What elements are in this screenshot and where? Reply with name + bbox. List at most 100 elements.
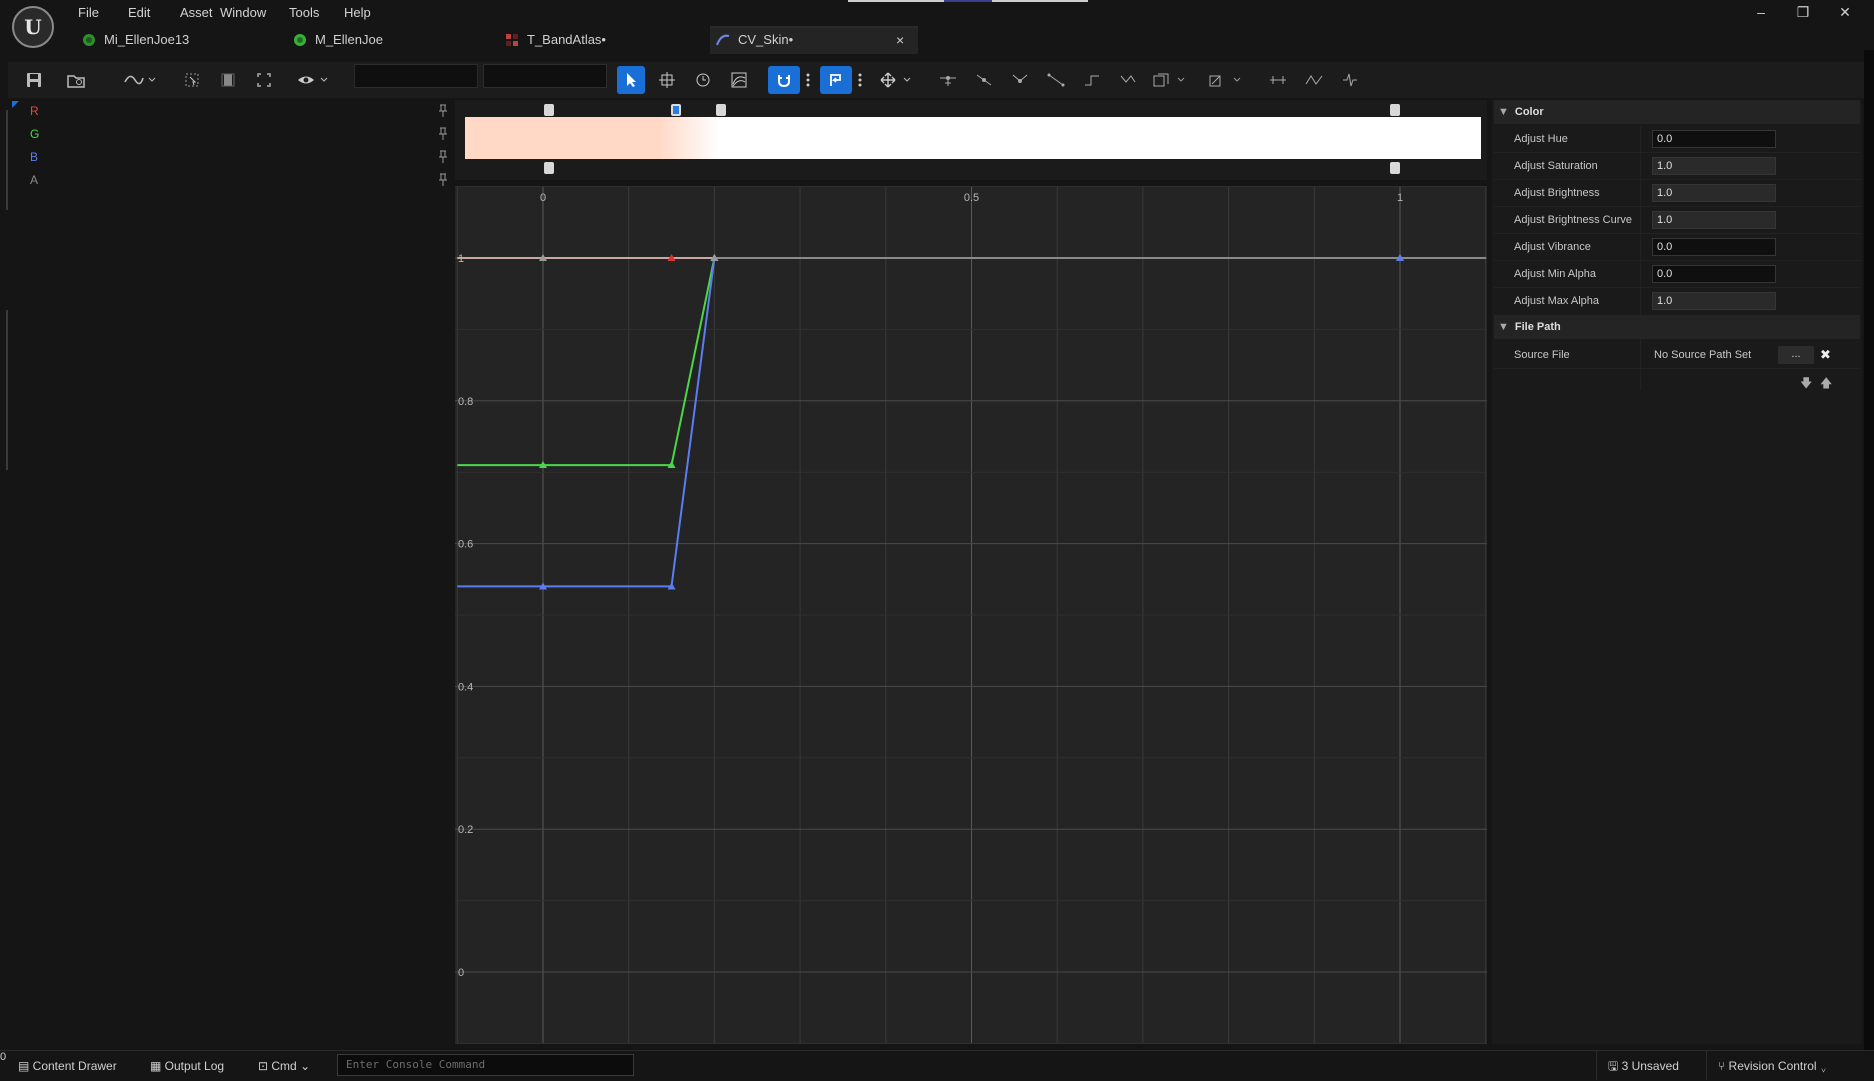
filter-icon[interactable] [1336, 66, 1364, 94]
reduce-icon[interactable] [1300, 66, 1328, 94]
prop-adjust-brightness-curve-input[interactable]: 1.0 [1652, 211, 1776, 229]
menu-window[interactable]: Window [214, 3, 272, 23]
close-window-button[interactable]: ✕ [1824, 0, 1866, 24]
prop-adjust-saturation-input[interactable]: 1.0 [1652, 157, 1776, 175]
prop-source-file-value: No Source Path Set [1654, 349, 1752, 361]
prop-adjust-max-alpha-input[interactable]: 1.0 [1652, 292, 1776, 310]
output-log-button[interactable]: ▦ Output Log [150, 1057, 224, 1075]
menu-asset[interactable]: Asset [174, 3, 219, 23]
snap-value-icon[interactable] [820, 66, 852, 94]
flatten-icon[interactable] [1150, 66, 1190, 94]
menu-file[interactable]: File [72, 3, 105, 23]
browse-icon[interactable] [62, 66, 90, 94]
select-icon[interactable] [178, 66, 206, 94]
tab-mi-ellenjoe13[interactable]: Mi_EllenJoe13 [82, 28, 189, 52]
tab-cv-skin[interactable]: CV_Skin• [716, 28, 793, 52]
gradient-stop-top[interactable] [1390, 104, 1400, 116]
more-icon[interactable] [852, 66, 868, 94]
pointer-icon[interactable] [617, 66, 645, 94]
tab-m-ellenjoe[interactable]: M_EllenJoe [293, 28, 383, 52]
pin-icon[interactable] [438, 104, 448, 118]
save-icon[interactable] [20, 66, 48, 94]
category-file-path[interactable]: ▼ File Path [1494, 315, 1860, 339]
export-arrow-up-icon[interactable]: 🡅 [1820, 374, 1834, 390]
gradient-stop-bottom[interactable] [544, 162, 554, 174]
material-instance-icon [82, 31, 96, 46]
pin-icon[interactable] [438, 150, 448, 164]
clear-source-button[interactable]: ✖ [1820, 346, 1836, 364]
value-field[interactable] [483, 64, 607, 88]
channel-b[interactable]: B [30, 147, 38, 167]
curve-graph[interactable]: 0 0.5 1 1 0.8 0.6 0.4 0.2 0 [455, 186, 1487, 1044]
tab-close-button[interactable]: × [896, 28, 904, 52]
channel-g[interactable]: G [30, 124, 39, 144]
tangent-break-icon[interactable] [1006, 66, 1034, 94]
prop-adjust-hue-input[interactable]: 0.0 [1652, 130, 1776, 148]
prop-adjust-vibrance-input[interactable]: 0.0 [1652, 238, 1776, 256]
multi-curve-icon[interactable] [725, 66, 753, 94]
prop-adjust-min-alpha-input[interactable]: 0.0 [1652, 265, 1776, 283]
curve-mode-icon[interactable] [120, 66, 160, 94]
menu-edit[interactable]: Edit [122, 3, 156, 23]
pin-icon[interactable] [438, 127, 448, 141]
tangent-constant-icon[interactable] [1078, 66, 1106, 94]
maximize-button[interactable]: ❐ [1782, 0, 1824, 24]
import-arrow-down-icon[interactable]: 🡇 [1800, 374, 1814, 390]
visibility-icon[interactable] [294, 66, 334, 94]
tab-t-bandatlas[interactable]: T_BandAtlas• [505, 28, 606, 52]
y-tick-label: 0.4 [458, 681, 473, 693]
content-drawer-icon: ▤ [18, 1059, 33, 1073]
minimize-button[interactable]: – [1740, 0, 1782, 24]
tab-label: Mi_EllenJoe13 [104, 32, 190, 47]
prop-adjust-brightness-curve-label: Adjust Brightness Curve [1514, 214, 1632, 226]
browse-source-button[interactable]: ... [1778, 346, 1814, 364]
tangent-auto-icon[interactable] [934, 66, 962, 94]
cmd-label: Cmd [271, 1059, 297, 1073]
prop-source-file-label: Source File [1514, 349, 1570, 361]
frame-icon[interactable] [214, 66, 242, 94]
channel-list-edge [6, 310, 8, 470]
gradient-stop-top[interactable] [544, 104, 554, 116]
category-file-path-label: File Path [1514, 321, 1561, 333]
y-tick-label: 0 [458, 967, 464, 979]
retime-icon[interactable] [689, 66, 717, 94]
curve-icon [716, 31, 730, 46]
status-divider [1706, 1050, 1707, 1080]
menu-tools[interactable]: Tools [283, 3, 325, 23]
gradient-stop-top-selected[interactable] [671, 104, 681, 116]
curve-graph-svg[interactable]: 0 0.5 110.80.60.40.20 [455, 186, 1487, 1044]
content-drawer-button[interactable]: ▤ Content Drawer [18, 1057, 117, 1075]
tab-label: T_BandAtlas• [527, 32, 606, 47]
straighten-icon[interactable] [1206, 66, 1246, 94]
prop-adjust-brightness-input[interactable]: 1.0 [1652, 184, 1776, 202]
gradient-stop-top[interactable] [716, 104, 726, 116]
tangent-linear-icon[interactable] [1042, 66, 1070, 94]
time-field[interactable] [354, 64, 478, 88]
cmd-dropdown[interactable]: ⊡ Cmd ⌄ [258, 1057, 310, 1075]
unsaved-button[interactable]: 🖫 3 Unsaved [1608, 1057, 1679, 1075]
console-command-input[interactable]: Enter Console Command [337, 1054, 634, 1076]
channel-a[interactable]: A [30, 170, 38, 190]
prop-adjust-saturation-label: Adjust Saturation [1514, 160, 1598, 172]
more-icon[interactable] [800, 66, 816, 94]
channel-r[interactable]: R [30, 101, 39, 121]
fit-icon[interactable] [250, 66, 278, 94]
row-divider [1494, 368, 1860, 369]
distribute-icon[interactable] [1264, 66, 1292, 94]
move-icon[interactable] [876, 66, 916, 94]
channel-list [8, 100, 453, 1044]
category-color[interactable]: ▼ Color [1494, 100, 1860, 124]
menu-help[interactable]: Help [338, 3, 377, 23]
color-gradient-bar[interactable] [465, 117, 1481, 159]
tangent-user-icon[interactable] [970, 66, 998, 94]
terminal-icon: ⊡ [258, 1059, 272, 1073]
unreal-logo-icon[interactable]: U [12, 6, 54, 48]
transform-icon[interactable] [653, 66, 681, 94]
snap-icon[interactable] [768, 66, 800, 94]
title-bar [0, 0, 1874, 28]
prop-adjust-brightness-label: Adjust Brightness [1514, 187, 1600, 199]
tangent-weighted-icon[interactable] [1114, 66, 1142, 94]
pin-icon[interactable] [438, 173, 448, 187]
revision-control-button[interactable]: ⑂ Revision Control ⌄ [1718, 1057, 1827, 1075]
gradient-stop-bottom[interactable] [1390, 162, 1400, 174]
